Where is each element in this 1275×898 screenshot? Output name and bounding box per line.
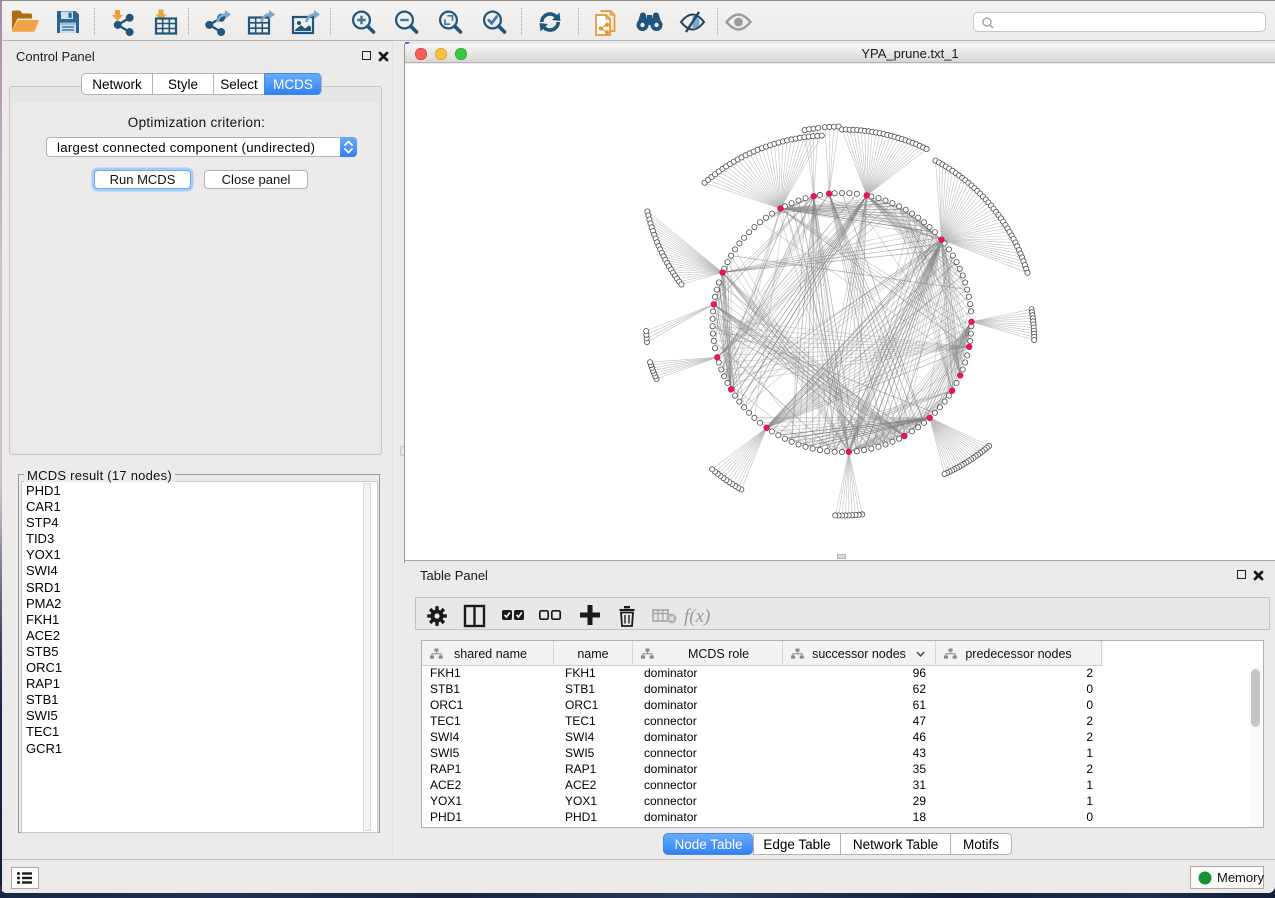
svg-text:f(x): f(x)	[684, 606, 710, 627]
